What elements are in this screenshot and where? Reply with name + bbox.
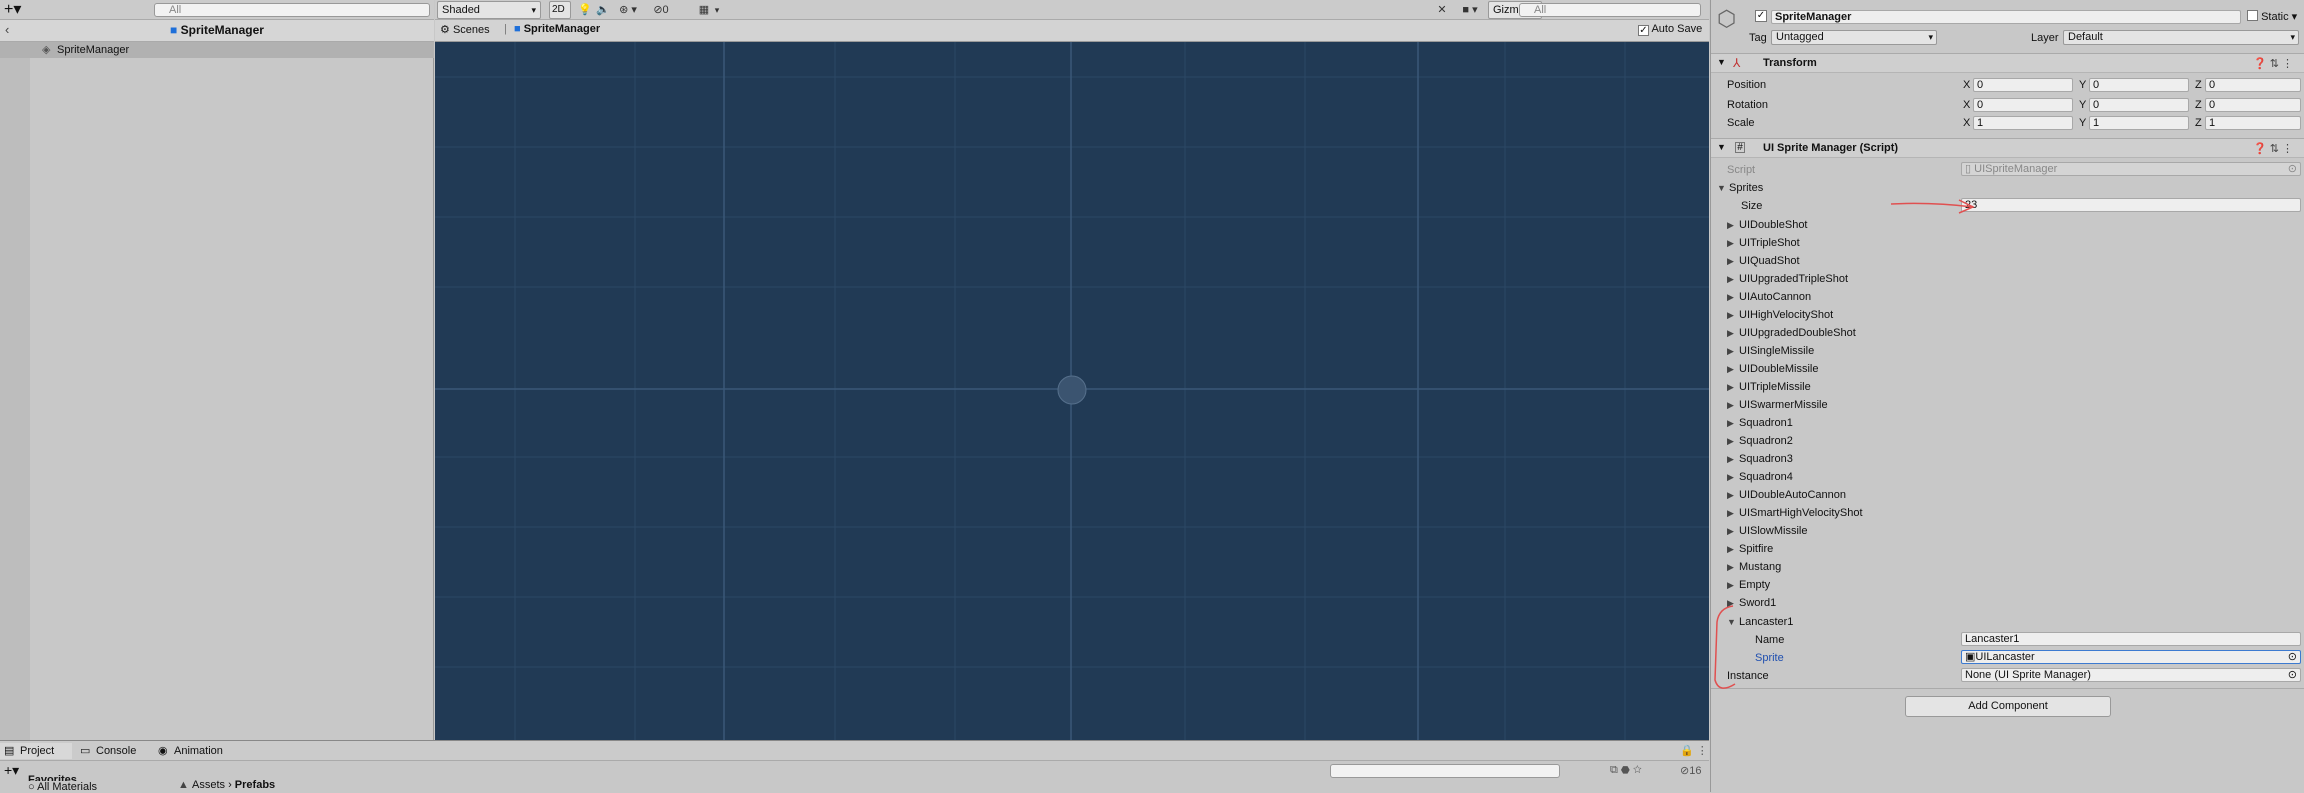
scene-search-input[interactable]: All [1519, 3, 1701, 17]
effects-toggle-icon[interactable]: ⊛ ▾ [613, 1, 643, 19]
shading-mode-dropdown[interactable]: Shaded ▾ [437, 1, 541, 19]
hand-drawn-annotations [1714, 199, 1975, 689]
separator: | [504, 23, 507, 35]
grid-toggle-icon[interactable]: ▦ [697, 1, 711, 19]
hierarchy-panel: +▾ All ‹ ■ SpriteManager ◈ SpriteManager [0, 0, 434, 740]
project-search-input[interactable] [1330, 764, 1560, 778]
scene-grid [435, 42, 1709, 740]
hierarchy-item-label: SpriteManager [57, 44, 130, 56]
camera-dropdown-icon[interactable]: ■ ▾ [1455, 1, 1485, 19]
red-bracket-annotation [1714, 605, 1736, 689]
lighting-toggle-icon[interactable]: 💡 [577, 1, 593, 19]
scene-view-panel: Shaded▾ 2D 💡 🔈 ⊛ ▾ ⊘0 ▦ ▾ ✕ ■ ▾ Gizmos▾ … [435, 0, 1709, 740]
breadcrumb-assets[interactable]: Assets [192, 779, 225, 791]
auto-save-checkbox[interactable]: ✓ [1638, 25, 1649, 36]
gameobject-icon: ◈ [42, 44, 51, 56]
hierarchy-gutter [0, 58, 30, 740]
console-icon: ▭ [80, 745, 91, 757]
scene-toolbar: Shaded▾ 2D 💡 🔈 ⊛ ▾ ⊘0 ▦ ▾ ✕ ■ ▾ Gizmos▾ … [435, 0, 1709, 20]
audio-toggle-icon[interactable]: 🔈 [595, 1, 611, 19]
scene-viewport[interactable] [435, 42, 1709, 740]
scene-object-gizmo[interactable] [1057, 375, 1087, 405]
eye-hidden-icon: ⊘ [1680, 765, 1690, 777]
auto-save-toggle[interactable]: ✓ Auto Save [1638, 23, 1702, 36]
hidden-packages-toggle[interactable]: ⊘16 [1680, 764, 1701, 777]
tab-console[interactable]: ▭ Console [76, 743, 148, 759]
tab-animation[interactable]: ◉ Animation [154, 743, 244, 759]
all-materials-item[interactable]: ○ All Materials [28, 781, 97, 793]
grid-dropdown-icon[interactable]: ▾ [711, 1, 723, 19]
2d-toggle[interactable]: 2D [549, 1, 571, 19]
scenes-icon: ⚙ [440, 24, 450, 36]
hidden-objects-toggle[interactable]: ⊘0 [647, 1, 675, 19]
tools-icon[interactable]: ✕ [1435, 1, 1449, 19]
project-breadcrumb: Assets › Prefabs [192, 779, 276, 791]
current-scene-breadcrumb[interactable]: ■ SpriteManager [514, 23, 600, 35]
search-icon: ○ [28, 781, 35, 793]
scene-breadcrumb-bar: ⚙ Scenes | ■ SpriteManager ✓ Auto Save [435, 20, 1709, 42]
hierarchy-toolbar: +▾ All [0, 0, 434, 20]
favorites-label[interactable]: Favorites [28, 774, 77, 781]
filter-icons[interactable]: ⧉ ⬣ ☆ [1610, 764, 1642, 777]
red-arrow-annotation [1890, 202, 1974, 208]
scenes-breadcrumb[interactable]: ⚙ Scenes [440, 23, 490, 36]
animation-icon: ◉ [158, 745, 168, 757]
scene-title-row: ■ SpriteManager [0, 23, 434, 37]
create-asset-button[interactable]: +▾ [4, 761, 19, 779]
scene-title: SpriteManager [180, 23, 264, 37]
hierarchy-item[interactable]: ◈ SpriteManager [0, 42, 434, 58]
scroll-up-icon[interactable]: ▲ [178, 779, 189, 791]
breadcrumb-prefabs[interactable]: Prefabs [235, 779, 275, 791]
tab-project[interactable]: ▤ Project [0, 743, 72, 759]
create-dropdown-button[interactable]: +▾ [4, 0, 34, 20]
bottom-tab-bar: ▤ Project ▭ Console ◉ Animation 🔒 ⋮ [0, 741, 1709, 761]
inspector-panel: ⬡ ✓ SpriteManager Static ▾ Tag Untagged ▾… [1710, 0, 2304, 792]
project-panel: ▤ Project ▭ Console ◉ Animation 🔒 ⋮ +▾ ⧉ ⬣ … [0, 740, 1709, 793]
panel-menu-icon[interactable]: 🔒 ⋮ [1680, 744, 1708, 757]
unity-cube-icon: ■ [514, 23, 521, 35]
eye-hidden-icon: ⊘ [653, 4, 663, 16]
scene-header: ‹ ■ SpriteManager [0, 20, 434, 42]
unity-cube-icon: ■ [170, 23, 178, 37]
hierarchy-search-input[interactable]: All [154, 3, 430, 17]
folder-icon: ▤ [4, 745, 15, 757]
